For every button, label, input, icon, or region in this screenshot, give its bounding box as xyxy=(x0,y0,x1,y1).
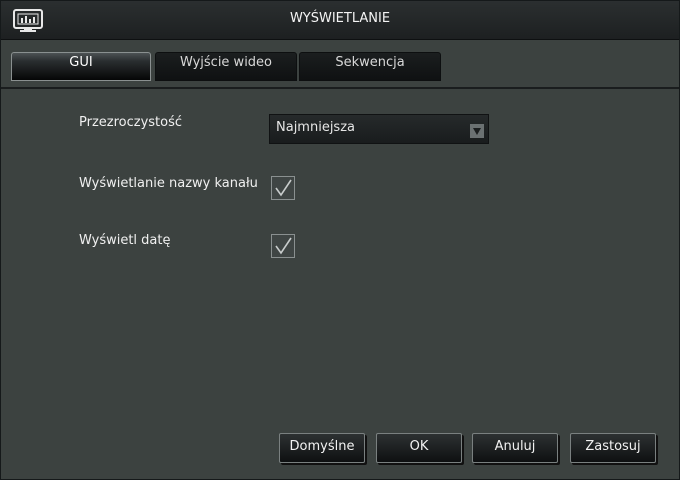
ok-button[interactable]: OK xyxy=(376,433,462,463)
transparency-value: Najmniejsza xyxy=(276,120,355,135)
transparency-label: Przezroczystość xyxy=(79,115,183,130)
tab-bar: GUI Wyjście wideo Sekwencja xyxy=(1,41,679,89)
transparency-select[interactable]: Najmniejsza xyxy=(269,114,489,144)
cancel-button[interactable]: Anuluj xyxy=(472,433,558,463)
apply-button[interactable]: Zastosuj xyxy=(570,433,656,463)
checkmark-icon xyxy=(275,179,292,197)
tab-video-output[interactable]: Wyjście wideo xyxy=(155,52,297,81)
channel-name-label: Wyświetlanie nazwy kanału xyxy=(79,176,258,191)
channel-name-checkbox[interactable] xyxy=(271,176,295,200)
show-date-checkbox[interactable] xyxy=(271,234,295,258)
title-bar: WYŚWIETLANIE xyxy=(1,1,679,40)
display-settings-window: WYŚWIETLANIE GUI Wyjście wideo Sekwencja… xyxy=(0,0,680,480)
tab-sequence[interactable]: Sekwencja xyxy=(299,52,441,81)
tab-gui[interactable]: GUI xyxy=(11,52,151,81)
checkmark-icon xyxy=(275,237,292,255)
show-date-label: Wyświetl datę xyxy=(79,233,171,248)
dropdown-arrow-icon xyxy=(470,124,484,138)
window-title: WYŚWIETLANIE xyxy=(289,11,391,26)
defaults-button[interactable]: Domyślne xyxy=(279,433,365,463)
